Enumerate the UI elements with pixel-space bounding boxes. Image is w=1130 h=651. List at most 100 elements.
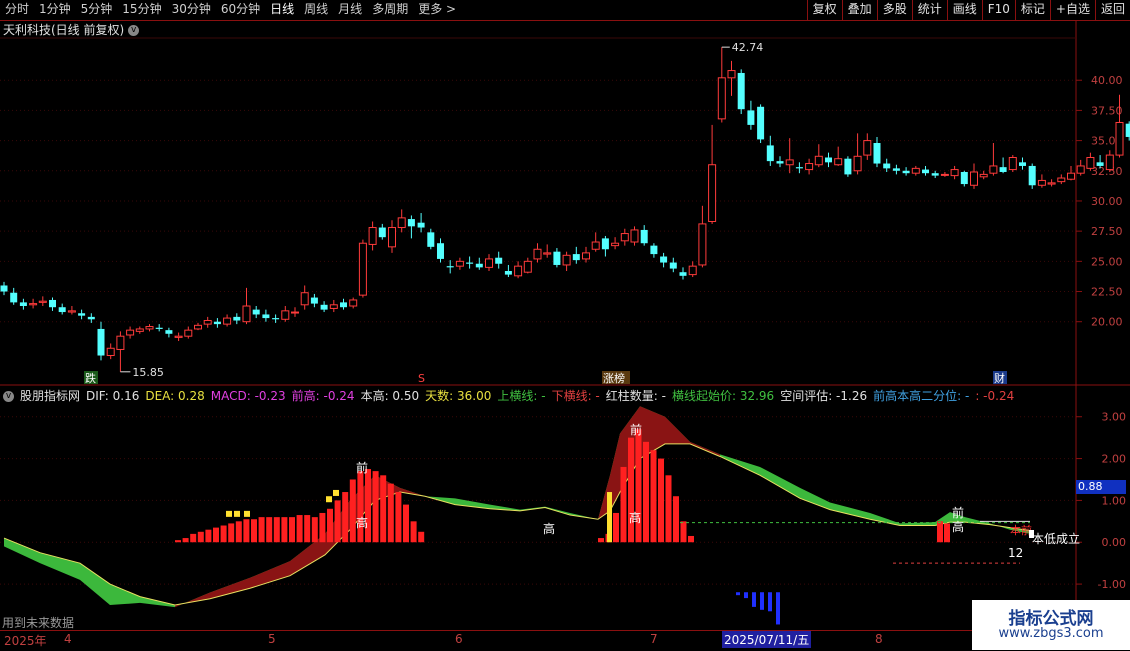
cursor-date: 2025/07/11/五 (722, 631, 812, 648)
zhangbang-marker: 涨榜 (603, 371, 625, 385)
candle-body (979, 173, 988, 178)
price-tick-label: 25.00 (1091, 255, 1123, 268)
candle-body (165, 330, 173, 334)
candle-body (1008, 156, 1017, 171)
macd-bar-blue (752, 592, 756, 607)
macd-bar-blue (768, 592, 772, 612)
price-tick-label: 40.00 (1091, 74, 1123, 87)
indicator-value: MACD: -0.23 (210, 389, 286, 403)
macd-bar (658, 458, 664, 543)
bendi-label: 本低成立 (1032, 531, 1080, 546)
candle-body (378, 227, 386, 238)
macd-bar (197, 531, 204, 543)
candle-body (805, 163, 814, 171)
date-axis[interactable]: 2025年 4 5 6 7 8 (0, 630, 1076, 651)
candle-body (970, 171, 978, 186)
kline-chart[interactable]: 40.0037.5035.0032.5030.0027.5025.0022.50… (0, 0, 1130, 650)
candle-body (495, 257, 503, 264)
candle-body (155, 327, 163, 329)
candle-body (698, 223, 707, 266)
candle-body (553, 251, 561, 265)
macd-bar-blue (776, 592, 780, 625)
s-marker: S (418, 372, 425, 385)
macd-bar (175, 540, 181, 543)
date-label: 8 (875, 632, 883, 646)
qian-label: 前 (630, 422, 642, 437)
low-price-label: 15.85 (132, 366, 164, 379)
price-tick-label: 20.00 (1091, 316, 1123, 329)
candle-body (97, 328, 105, 356)
candle-body (184, 329, 193, 337)
macd-bar (296, 515, 303, 543)
candle-body (87, 316, 95, 320)
candle-body (1076, 165, 1085, 174)
indicator-value: : -0.24 (975, 389, 1015, 403)
candle-body (883, 163, 891, 169)
candle-body (1086, 156, 1095, 169)
candle-body (272, 318, 280, 320)
candle-body (427, 232, 435, 247)
indicator-value: 前高本高二分位: - (873, 389, 970, 403)
macd-bar (334, 500, 341, 543)
macd-bar (680, 521, 687, 543)
macd-bar (944, 523, 950, 543)
candle-body (708, 164, 717, 222)
chevron-down-icon[interactable]: v (128, 25, 140, 36)
candle-body (1105, 154, 1114, 171)
candle-body (388, 227, 396, 248)
price-tick-label: 30.00 (1091, 195, 1123, 208)
candle-body (300, 292, 309, 306)
candle-body (679, 272, 687, 276)
candle-body (78, 313, 86, 316)
price-tick-label: 22.50 (1091, 286, 1123, 299)
macd-bar (357, 471, 364, 543)
candle-body (747, 110, 755, 125)
candle-body (611, 242, 620, 247)
indicator-value: DIF: 0.16 (86, 389, 140, 403)
candle-body (397, 217, 406, 229)
candle-body (688, 265, 697, 276)
gao-label: 高 (952, 519, 964, 534)
candle-body (650, 245, 658, 255)
macd-bar (673, 496, 679, 543)
indicator-tick-label: -1.00 (1098, 578, 1126, 591)
macd-bar-top (333, 489, 339, 496)
candle-body (902, 170, 910, 174)
candle-body (669, 262, 677, 269)
macd-bar (258, 517, 265, 543)
candle-body (514, 265, 523, 277)
candle-body (368, 227, 377, 245)
indicator-name[interactable]: 股朋指标网 (20, 389, 80, 403)
candle-body (135, 328, 144, 332)
macd-bar (410, 521, 417, 543)
macd-bar (342, 492, 349, 543)
candle-body (562, 254, 571, 266)
macd-bar (418, 531, 425, 543)
candle-body (194, 324, 202, 330)
dea-line (3, 443, 1031, 606)
indicator-tick-label: 0.00 (1102, 536, 1127, 549)
indicator-tick-label: 3.00 (1102, 411, 1127, 424)
candle-body (814, 155, 823, 166)
candle-body (38, 300, 47, 303)
candle-body (620, 233, 629, 242)
candle-body (58, 307, 66, 313)
stock-title-bar[interactable]: 天利科技(日线 前复权) v (3, 21, 140, 38)
indicator-value: 红柱数量: - (605, 389, 666, 403)
macd-bar (365, 469, 371, 543)
candle-body (242, 305, 251, 323)
candle-body (630, 229, 639, 243)
macd-bar (613, 512, 619, 543)
indicator-value: 本高: 0.50 (360, 389, 420, 403)
chevron-down-icon[interactable]: v (3, 391, 14, 402)
candle-body (999, 167, 1007, 172)
candle-body (950, 169, 959, 177)
macd-bar (598, 538, 604, 543)
macd-bar (643, 441, 649, 543)
macd-bar (395, 492, 402, 543)
gao-label: 高 (629, 510, 641, 525)
macd-bar (182, 538, 189, 543)
macd-bar-blue (760, 592, 764, 610)
candle-body (523, 260, 532, 273)
candle-body (349, 299, 358, 307)
